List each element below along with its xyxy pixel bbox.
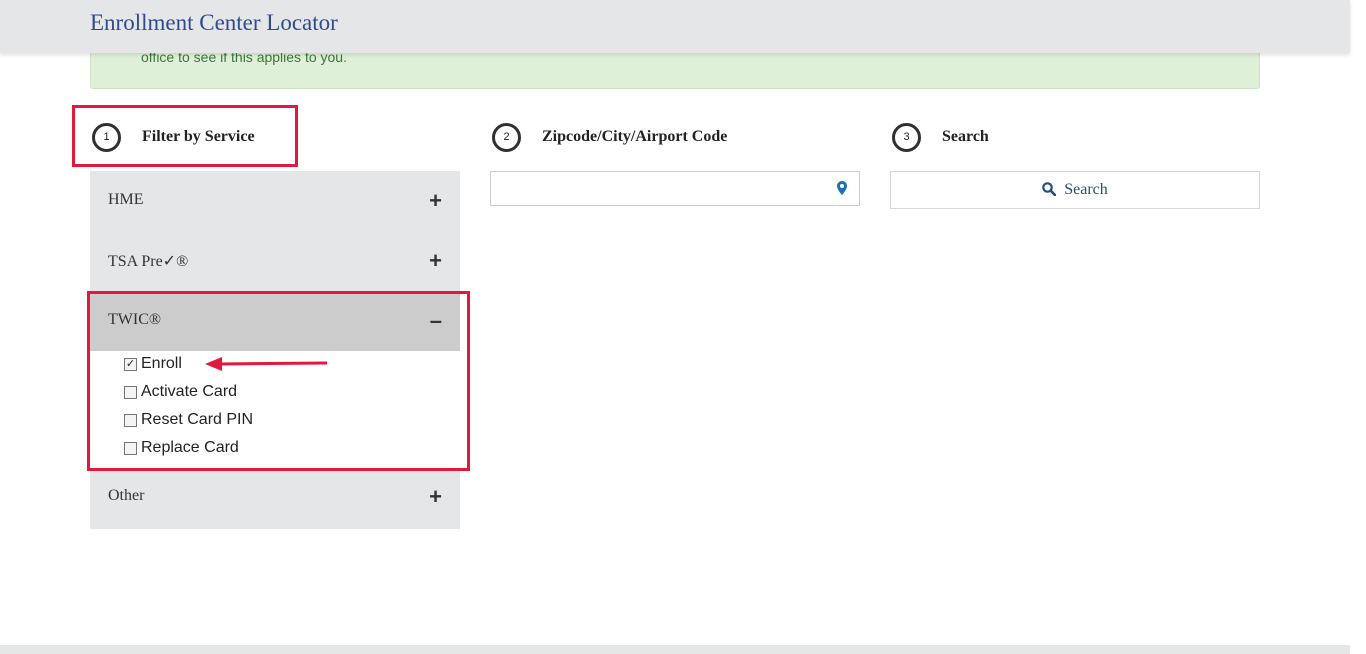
- annotation-box-step-1: [72, 105, 298, 167]
- annotation-box-twic: [87, 291, 470, 471]
- location-input[interactable]: [499, 178, 823, 202]
- scrollbar[interactable]: [1350, 0, 1366, 654]
- accordion-hme-label: HME: [108, 191, 144, 208]
- accordion-other[interactable]: Other +: [90, 469, 460, 529]
- page-title: Enrollment Center Locator: [90, 10, 338, 35]
- step-label-2: Zipcode/City/Airport Code: [542, 128, 728, 145]
- annotation-arrow-icon: [205, 357, 328, 371]
- page-footer: [0, 645, 1350, 654]
- search-button[interactable]: Search: [890, 171, 1260, 209]
- step-search: 3 Search: [892, 123, 1092, 153]
- step-location: 2 Zipcode/City/Airport Code: [492, 123, 792, 153]
- step-label-3: Search: [942, 128, 989, 145]
- map-pin-icon[interactable]: [837, 181, 847, 200]
- accordion-other-label: Other: [108, 487, 145, 504]
- expand-plus-icon[interactable]: +: [429, 484, 442, 510]
- search-icon: [1042, 181, 1064, 198]
- accordion-tsa-label: TSA Pre✓®: [108, 253, 189, 270]
- page-header: Enrollment Center Locator: [0, 0, 1350, 53]
- step-number-2: 2: [492, 123, 521, 152]
- expand-plus-icon[interactable]: +: [429, 248, 442, 274]
- expand-plus-icon[interactable]: +: [429, 188, 442, 214]
- step-number-3: 3: [892, 123, 921, 152]
- accordion-hme[interactable]: HME +: [90, 171, 460, 231]
- search-button-label: Search: [1064, 181, 1108, 198]
- accordion-tsa-precheck[interactable]: TSA Pre✓® +: [90, 231, 460, 291]
- location-field[interactable]: [490, 171, 860, 206]
